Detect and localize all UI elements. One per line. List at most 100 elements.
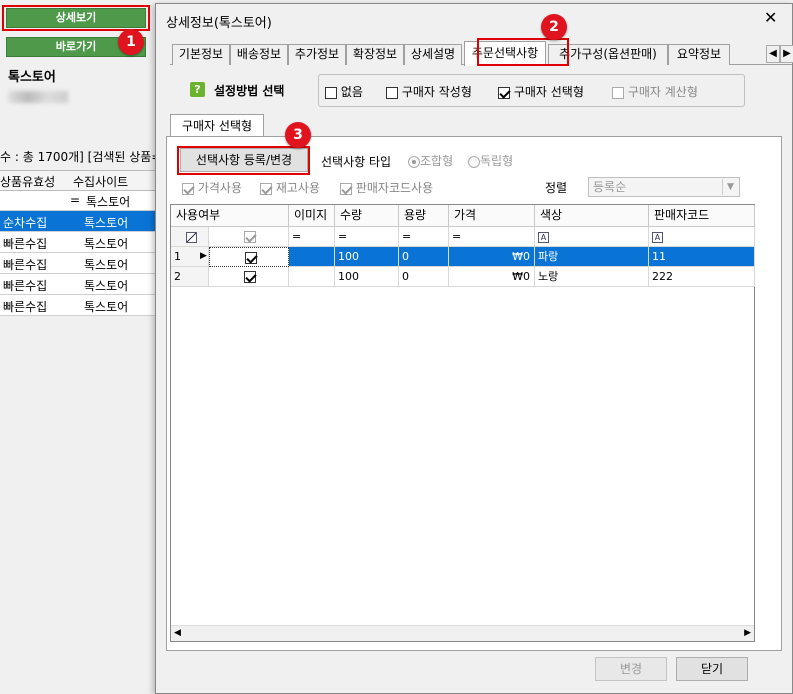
header-use[interactable]: 사용여부 xyxy=(171,205,289,227)
row-color[interactable]: 파랑 xyxy=(535,247,649,267)
use-checkbox[interactable] xyxy=(244,252,257,264)
bg-filter-row: = 톡스토어 xyxy=(0,191,160,211)
filter-use-checkbox[interactable] xyxy=(244,231,256,243)
row-pointer-icon: ▶ xyxy=(200,251,207,261)
option-none-label: 없음 xyxy=(340,85,363,99)
use-price: 가격사용 xyxy=(182,179,242,196)
tab-extended[interactable]: 확장정보 xyxy=(346,44,404,65)
filter-clear-icon[interactable] xyxy=(185,231,197,243)
col-site-header[interactable]: 수집사이트 xyxy=(73,173,128,190)
bg-row[interactable]: 빠른수집 톡스토어 xyxy=(0,274,160,295)
bg-row[interactable]: 빠른수집 톡스토어 xyxy=(0,253,160,274)
tab-description[interactable]: 상세설명 xyxy=(404,44,462,65)
header-image[interactable]: 이미지 xyxy=(289,205,335,227)
highlight-order-tab xyxy=(477,38,569,66)
use-code: 판매자코드사용 xyxy=(340,179,433,196)
tab-scroll-right-icon[interactable]: ▶ xyxy=(780,45,793,63)
row-color[interactable]: 노랑 xyxy=(535,267,649,287)
filter-capacity[interactable]: = xyxy=(399,227,449,247)
tab-basic[interactable]: 기본정보 xyxy=(172,44,230,65)
radio-icon xyxy=(468,155,480,168)
option-buyer-calc-label: 구매자 계산형 xyxy=(627,85,698,99)
row-site: 톡스토어 xyxy=(84,279,129,293)
option-buyer-calc: 구매자 계산형 xyxy=(612,83,698,100)
filter-eq: = xyxy=(70,193,81,207)
row-qty[interactable]: 100 xyxy=(335,267,399,287)
filter-price[interactable]: = xyxy=(449,227,535,247)
use-checkbox[interactable] xyxy=(244,271,256,283)
close-button[interactable]: 닫기 xyxy=(676,657,748,681)
option-none-checkbox[interactable] xyxy=(325,86,337,99)
type-indep-label: 독립형 xyxy=(480,154,514,168)
row-site: 톡스토어 xyxy=(84,300,129,314)
type-label: 선택사항 타입 xyxy=(321,155,392,169)
option-buyer-write-label: 구매자 작성형 xyxy=(401,85,472,99)
tab-shipping[interactable]: 배송정보 xyxy=(230,44,288,65)
row-use[interactable] xyxy=(209,267,289,287)
use-stock-checkbox xyxy=(260,182,272,195)
subtab-buyer-select[interactable]: 구매자 선택형 xyxy=(170,114,264,137)
close-icon[interactable]: ✕ xyxy=(764,8,777,27)
filter-seller-code[interactable]: A xyxy=(649,227,755,247)
option-none[interactable]: 없음 xyxy=(325,83,363,100)
help-icon[interactable]: ? xyxy=(190,82,205,97)
tab-additional[interactable]: 추가정보 xyxy=(288,44,346,65)
header-color[interactable]: 색상 xyxy=(535,205,649,227)
filter-site[interactable]: 톡스토어 xyxy=(86,193,130,210)
filter-use[interactable] xyxy=(209,227,289,247)
step-badge-3: 3 xyxy=(285,122,311,148)
row-price[interactable]: ₩0 xyxy=(449,267,535,287)
row-seller-code[interactable]: 11 xyxy=(649,247,755,267)
filter-color[interactable]: A xyxy=(535,227,649,247)
scroll-right-icon[interactable]: ▶ xyxy=(744,628,751,638)
row-use[interactable] xyxy=(209,247,289,267)
store-name: 톡스토어 xyxy=(8,70,56,85)
row-qty[interactable]: 100 xyxy=(335,247,399,267)
tab-scroll-left-icon[interactable]: ◀ xyxy=(766,45,780,63)
row-site: 톡스토어 xyxy=(84,258,129,272)
option-buyer-select[interactable]: 구매자 선택형 xyxy=(498,83,584,100)
option-buyer-select-checkbox[interactable] xyxy=(498,86,510,99)
row-image[interactable] xyxy=(289,267,335,287)
option-buyer-write[interactable]: 구매자 작성형 xyxy=(386,83,472,100)
sort-select: 등록순 ▼ xyxy=(588,177,740,197)
bg-row[interactable]: 빠른수집 톡스토어 xyxy=(0,232,160,253)
row-status: 빠른수집 xyxy=(3,279,48,293)
bg-grid-header: 상품유효성 수집사이트 xyxy=(0,170,160,191)
scroll-left-icon[interactable]: ◀ xyxy=(174,628,181,638)
highlight-register-button xyxy=(177,146,310,175)
option-buyer-write-checkbox[interactable] xyxy=(386,86,398,99)
header-capacity[interactable]: 용량 xyxy=(399,205,449,227)
bg-row[interactable]: 순차수집 톡스토어 xyxy=(0,211,160,232)
bg-row[interactable]: 빠른수집 톡스토어 xyxy=(0,295,160,316)
filter-qty[interactable]: = xyxy=(335,227,399,247)
row-price[interactable]: ₩0 xyxy=(449,247,535,267)
filter-row-indicator[interactable] xyxy=(171,227,209,247)
row-status: 빠른수집 xyxy=(3,300,48,314)
header-qty[interactable]: 수량 xyxy=(335,205,399,227)
header-seller-code[interactable]: 판매자코드 xyxy=(649,205,755,227)
horizontal-scrollbar[interactable]: ◀ ▶ xyxy=(171,625,754,641)
sort-value: 등록순 xyxy=(593,180,627,194)
row-number: 1 xyxy=(174,250,181,263)
row-site: 톡스토어 xyxy=(84,237,129,251)
row-capacity[interactable]: 0 xyxy=(399,247,449,267)
row-site: 톡스토어 xyxy=(84,216,129,230)
use-stock: 재고사용 xyxy=(260,179,320,196)
filter-image[interactable]: = xyxy=(289,227,335,247)
option-buyer-select-label: 구매자 선택형 xyxy=(513,85,584,99)
header-price[interactable]: 가격 xyxy=(449,205,535,227)
row-seller-code[interactable]: 222 xyxy=(649,267,755,287)
row-status: 빠른수집 xyxy=(3,237,48,251)
col-valid-header[interactable]: 상품유효성 xyxy=(0,173,55,190)
row-image[interactable] xyxy=(289,247,335,267)
step-badge-1: 1 xyxy=(118,29,144,55)
step-badge-2: 2 xyxy=(541,14,567,40)
row-status: 빠른수집 xyxy=(3,258,48,272)
row-capacity[interactable]: 0 xyxy=(399,267,449,287)
tab-summary[interactable]: 요약정보 xyxy=(668,44,730,65)
radio-icon xyxy=(408,155,420,168)
use-code-label: 판매자코드사용 xyxy=(355,181,434,195)
row-indicator[interactable]: 2 xyxy=(171,267,209,287)
row-indicator[interactable]: 1 ▶ xyxy=(171,247,209,267)
